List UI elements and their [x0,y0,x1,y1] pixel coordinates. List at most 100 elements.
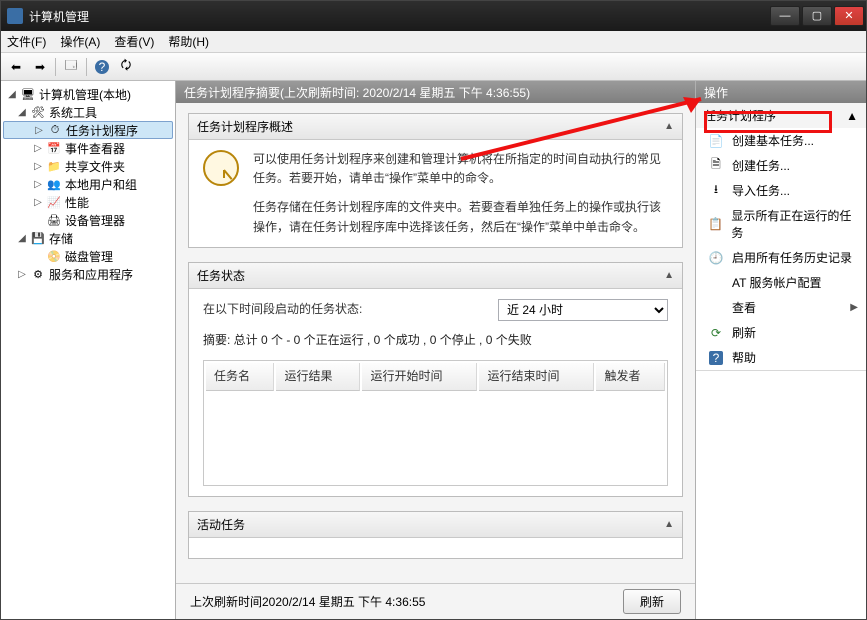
action-label: 帮助 [732,349,756,366]
panel-status-body: 在以下时间段启动的任务状态: 近 24 小时 摘要: 总计 0 个 - 0 个正… [189,289,682,496]
expander-icon[interactable]: ◢ [17,107,27,118]
tree-system-tools[interactable]: ◢ 🛠 系统工具 [3,103,173,121]
panel-title: 任务状态 [197,267,245,284]
action-label: 启用所有任务历史记录 [732,249,852,266]
table-row-empty [206,393,665,483]
center-scroll[interactable]: 任务计划程序概述 ▲ 可以使用任务计划程序来创建和管理计算机将在所指定的时间自动… [176,103,695,583]
time-range-select[interactable]: 近 24 小时 [498,299,668,321]
action-label: 刷新 [732,324,756,341]
tree-shared-folders[interactable]: ▷ 📁 共享文件夹 [3,157,173,175]
action-refresh[interactable]: ⟳ 刷新 [696,320,866,345]
folder-icon: 📁 [47,159,61,173]
col-end[interactable]: 运行结束时间 [479,363,594,391]
minimize-button[interactable]: — [770,6,800,26]
menubar: 文件(F) 操作(A) 查看(V) 帮助(H) [1,31,866,53]
tree-root[interactable]: ◢ 🖥 计算机管理(本地) [3,85,173,103]
action-pane-title: 操作 [696,81,866,103]
tools-icon: 🛠 [31,105,45,119]
center-header-text: 任务计划程序摘要(上次刷新时间: 2020/2/14 星期五 下午 4:36:5… [184,84,530,101]
create-icon: 🗎 [708,158,724,174]
computer-icon: 🖥 [21,87,35,101]
device-icon: 🖨 [47,213,61,227]
tree-task-scheduler[interactable]: ▷ ⏱ 任务计划程序 [3,121,173,139]
menu-view[interactable]: 查看(V) [114,33,154,50]
action-import-task[interactable]: ⭳ 导入任务... [696,178,866,203]
action-label: 查看 [732,299,756,316]
collapse-icon[interactable]: ▲ [664,121,674,132]
close-button[interactable]: ✕ [834,6,864,26]
panel-overview-body: 可以使用任务计划程序来创建和管理计算机将在所指定的时间自动执行的常见任务。若要开… [189,140,682,247]
panel-active-header[interactable]: 活动任务 ▲ [189,512,682,538]
expander-icon[interactable]: ▷ [34,125,44,136]
action-show-running[interactable]: 📋 显示所有正在运行的任务 [696,203,866,245]
expander-icon[interactable]: ◢ [17,233,27,244]
tree-event-viewer[interactable]: ▷ 📅 事件查看器 [3,139,173,157]
tb-back[interactable]: ⬅ [5,56,27,78]
panel-active: 活动任务 ▲ [188,511,683,559]
action-help[interactable]: ? 帮助 [696,345,866,370]
action-enable-history[interactable]: 🕘 启用所有任务历史记录 [696,245,866,270]
tree-label: 存储 [49,230,73,247]
action-group-title: 任务计划程序 [704,107,776,124]
chevron-right-icon: ▶ [850,302,858,313]
window-title: 计算机管理 [29,8,770,25]
tree-label: 磁盘管理 [65,248,113,265]
tree-services[interactable]: ▷ ⚙ 服务和应用程序 [3,265,173,283]
expander-icon[interactable]: ▷ [33,197,43,208]
collapse-icon[interactable]: ▲ [664,270,674,281]
maximize-button[interactable]: ▢ [802,6,832,26]
expander-icon[interactable]: ▷ [33,179,43,190]
tree-label: 服务和应用程序 [49,266,133,283]
menu-file[interactable]: 文件(F) [7,33,46,50]
at-icon [708,275,724,291]
refresh-icon: ⟳ [708,325,724,341]
panel-status: 任务状态 ▲ 在以下时间段启动的任务状态: 近 24 小时 摘要: 总计 0 个… [188,262,683,497]
overview-text-1: 可以使用任务计划程序来创建和管理计算机将在所指定的时间自动执行的常见任务。若要开… [253,150,668,188]
tb-refresh[interactable]: 🗘 [115,56,137,78]
tree-performance[interactable]: ▷ 📈 性能 [3,193,173,211]
tb-help[interactable]: ? [91,56,113,78]
panel-overview-header[interactable]: 任务计划程序概述 ▲ [189,114,682,140]
expander-icon[interactable]: ◢ [7,89,17,100]
tree-disk-mgmt[interactable]: ▷ 📀 磁盘管理 [3,247,173,265]
tree-device-mgr[interactable]: ▷ 🖨 设备管理器 [3,211,173,229]
tree-local-users[interactable]: ▷ 👥 本地用户和组 [3,175,173,193]
panel-title: 任务计划程序概述 [197,118,293,135]
col-start[interactable]: 运行开始时间 [362,363,477,391]
collapse-icon[interactable]: ▲ [664,519,674,530]
center-header: 任务计划程序摘要(上次刷新时间: 2020/2/14 星期五 下午 4:36:5… [176,81,695,103]
action-title-text: 操作 [704,84,728,101]
tb-properties[interactable]: 🗔 [60,56,82,78]
expander-icon[interactable]: ▷ [33,161,43,172]
action-label: 导入任务... [732,182,790,199]
app-window: 计算机管理 — ▢ ✕ 文件(F) 操作(A) 查看(V) 帮助(H) ⬅ ➡ … [0,0,867,620]
tree-pane[interactable]: ◢ 🖥 计算机管理(本地) ◢ 🛠 系统工具 ▷ ⏱ 任务计划程序 ▷ 📅 事件… [1,81,176,619]
tree-label: 系统工具 [49,104,97,121]
tb-forward[interactable]: ➡ [29,56,51,78]
menu-help[interactable]: 帮助(H) [168,33,209,50]
refresh-button[interactable]: 刷新 [623,589,681,614]
expander-icon[interactable]: ▷ [33,143,43,154]
tree-storage[interactable]: ◢ 💾 存储 [3,229,173,247]
action-label: AT 服务帐户配置 [732,274,822,291]
action-at-config[interactable]: AT 服务帐户配置 [696,270,866,295]
create-basic-icon: 📄 [708,133,724,149]
col-trigger[interactable]: 触发者 [596,363,665,391]
action-group: 任务计划程序 ▲ 📄 创建基本任务... 🗎 创建任务... ⭳ 导入任务...… [696,103,866,371]
menu-action[interactable]: 操作(A) [60,33,100,50]
last-refresh-text: 上次刷新时间2020/2/14 星期五 下午 4:36:55 [190,593,425,610]
action-create-task[interactable]: 🗎 创建任务... [696,153,866,178]
action-group-header: 任务计划程序 ▲ [696,103,866,128]
collapse-icon[interactable]: ▲ [846,109,858,123]
col-result[interactable]: 运行结果 [276,363,360,391]
col-name[interactable]: 任务名 [206,363,274,391]
titlebar: 计算机管理 — ▢ ✕ [1,1,866,31]
action-view[interactable]: 查看 ▶ [696,295,866,320]
tb-sep [55,58,56,76]
action-create-basic-task[interactable]: 📄 创建基本任务... [696,128,866,153]
task-table: 任务名 运行结果 运行开始时间 运行结束时间 触发者 [203,360,668,486]
help-icon: ? [708,350,724,366]
toolbar: ⬅ ➡ 🗔 ? 🗘 [1,53,866,81]
expander-icon[interactable]: ▷ [17,269,27,280]
panel-status-header[interactable]: 任务状态 ▲ [189,263,682,289]
